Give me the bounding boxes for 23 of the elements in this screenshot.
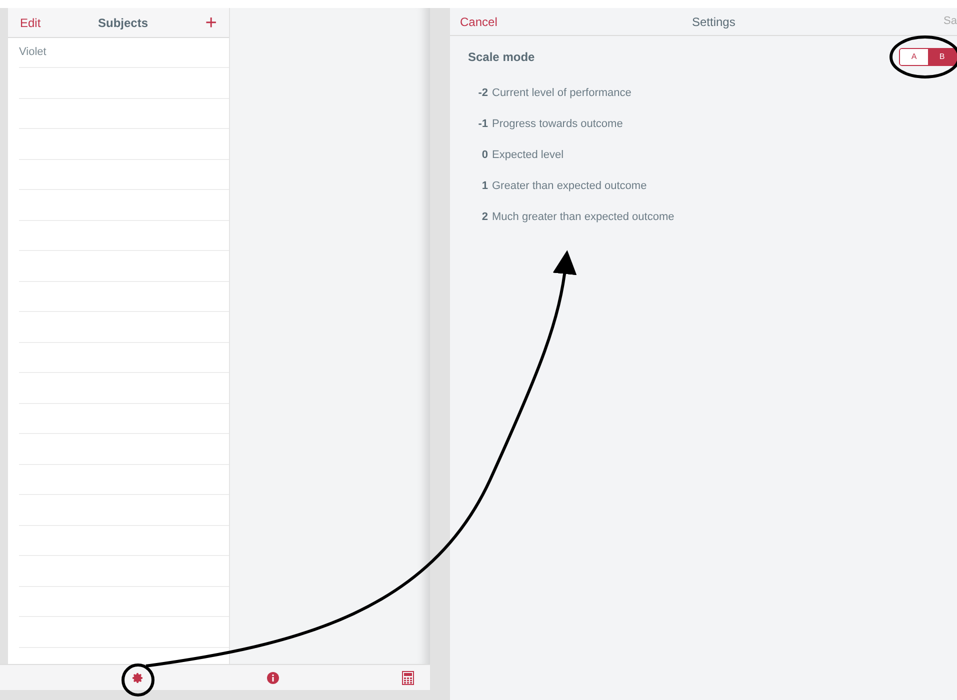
scale-value: 2 — [480, 210, 488, 226]
scale-description: Progress towards outcome — [492, 117, 623, 132]
cancel-button[interactable]: Cancel — [460, 12, 498, 30]
scale-description: Current level of performance — [492, 86, 632, 102]
scale-description: Greater than expected outcome — [492, 179, 647, 194]
edit-button[interactable]: Edit — [20, 14, 41, 32]
settings-icon[interactable] — [132, 672, 144, 684]
settings-title: Settings — [692, 14, 736, 30]
scale-value: 1 — [480, 179, 488, 194]
info-icon[interactable] — [267, 672, 279, 684]
scale-value: -2 — [477, 86, 488, 102]
scale-mode-label: Scale mode — [468, 49, 535, 66]
scale-value: -1 — [477, 117, 488, 132]
segment-option[interactable]: B — [928, 49, 956, 65]
subject-item[interactable]: Violet — [19, 44, 46, 61]
calculator-icon[interactable] — [402, 670, 414, 684]
add-button[interactable]: + — [205, 12, 217, 32]
subjects-title: Subjects — [98, 14, 148, 32]
scale-description: Much greater than expected outcome — [492, 210, 674, 226]
scale-value: 0 — [480, 148, 488, 164]
scale-description: Expected level — [492, 148, 564, 164]
annotation-circle — [122, 664, 154, 696]
segment-option[interactable]: A — [900, 49, 928, 65]
